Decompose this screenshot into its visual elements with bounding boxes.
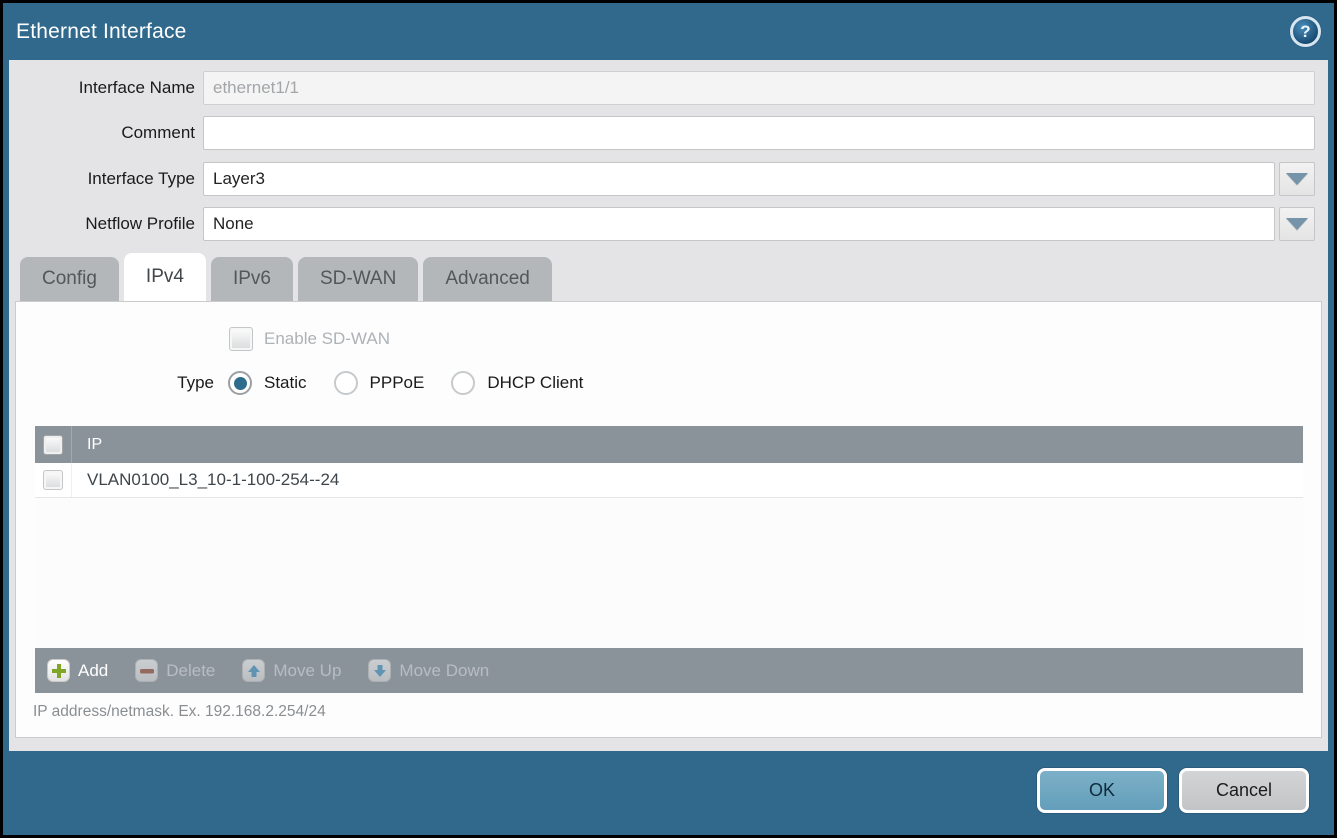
comment-label: Comment	[9, 123, 203, 143]
interface-type-field-wrap	[203, 162, 1315, 196]
interface-type-label: Interface Type	[9, 169, 203, 189]
move-down-button: Move Down	[368, 659, 489, 682]
interface-type-input[interactable]	[203, 162, 1275, 196]
select-all-checkbox[interactable]	[43, 435, 63, 455]
tab-ipv6[interactable]: IPv6	[211, 257, 293, 301]
chevron-down-icon	[1286, 173, 1308, 185]
cancel-button[interactable]: Cancel	[1179, 768, 1309, 813]
tab-ipv4[interactable]: IPv4	[124, 253, 206, 301]
netflow-profile-row: Netflow Profile	[9, 207, 1315, 241]
dialog-title: Ethernet Interface	[3, 20, 187, 44]
delete-button: Delete	[135, 659, 215, 682]
interface-name-row: Interface Name	[9, 71, 1315, 105]
help-icon-glyph: ?	[1300, 22, 1310, 42]
minus-icon	[135, 659, 158, 682]
ipv4-panel: Enable SD-WAN Type Static PPPoE	[15, 301, 1322, 738]
row-checkbox-cell	[35, 463, 72, 497]
help-icon[interactable]: ?	[1290, 16, 1321, 47]
tab-config[interactable]: Config	[20, 257, 119, 301]
move-up-button-label: Move Up	[273, 661, 341, 681]
radio-pppoe-label: PPPoE	[370, 373, 425, 393]
plus-icon	[47, 659, 70, 682]
radio-dhcp-client-label: DHCP Client	[487, 373, 583, 393]
ip-column-header: IP	[72, 436, 102, 454]
ethernet-interface-dialog: Ethernet Interface ? Interface Name Comm…	[0, 0, 1337, 838]
table-row[interactable]: VLAN0100_L3_10-1-100-254--24	[35, 463, 1303, 498]
enable-sdwan-row: Enable SD-WAN	[229, 327, 390, 351]
netflow-profile-field-wrap	[203, 207, 1315, 241]
ip-format-hint: IP address/netmask. Ex. 192.168.2.254/24	[33, 703, 326, 721]
comment-input[interactable]	[203, 116, 1315, 150]
radio-pppoe[interactable]: PPPoE	[334, 371, 425, 395]
dialog-footer: OK Cancel	[3, 751, 1334, 835]
row-checkbox[interactable]	[43, 470, 63, 490]
radio-pppoe-control	[334, 371, 358, 395]
add-button[interactable]: Add	[47, 659, 108, 682]
enable-sdwan-checkbox	[229, 327, 253, 351]
dialog-frame: Ethernet Interface ? Interface Name Comm…	[3, 3, 1334, 835]
ok-button[interactable]: OK	[1037, 768, 1167, 813]
interface-type-row: Interface Type	[9, 162, 1315, 196]
netflow-profile-label: Netflow Profile	[9, 214, 203, 234]
radio-selected-dot	[234, 377, 247, 390]
tab-advanced[interactable]: Advanced	[423, 257, 552, 301]
ip-row-value: VLAN0100_L3_10-1-100-254--24	[72, 470, 339, 490]
interface-name-label: Interface Name	[9, 78, 203, 98]
tab-bar: Config IPv4 IPv6 SD-WAN Advanced	[20, 253, 552, 301]
radio-dhcp-client-control	[451, 371, 475, 395]
radio-static[interactable]: Static	[228, 371, 307, 395]
arrow-up-icon	[242, 659, 265, 682]
dialog-titlebar: Ethernet Interface ?	[3, 3, 1334, 60]
netflow-profile-input[interactable]	[203, 207, 1275, 241]
arrow-down-icon	[368, 659, 391, 682]
move-up-button: Move Up	[242, 659, 341, 682]
interface-name-field-wrap	[203, 71, 1315, 105]
delete-button-label: Delete	[166, 661, 215, 681]
interface-name-input	[203, 71, 1315, 105]
ip-table-toolbar: Add Delete Move Up	[35, 648, 1303, 693]
interface-type-dropdown-button[interactable]	[1279, 162, 1315, 196]
netflow-profile-dropdown-button[interactable]	[1279, 207, 1315, 241]
ip-table-empty-area	[35, 498, 1303, 648]
add-button-label: Add	[78, 661, 108, 681]
enable-sdwan-label: Enable SD-WAN	[264, 329, 390, 349]
ip-table-header: IP	[35, 426, 1303, 463]
radio-static-control	[228, 371, 252, 395]
type-row: Type Static PPPoE DHCP Client	[16, 371, 610, 395]
dialog-body: Interface Name Comment Interface Type	[9, 60, 1328, 751]
ip-table: IP VLAN0100_L3_10-1-100-254--24	[35, 426, 1303, 693]
tab-sdwan[interactable]: SD-WAN	[298, 257, 418, 301]
comment-field-wrap	[203, 116, 1315, 150]
radio-dhcp-client[interactable]: DHCP Client	[451, 371, 583, 395]
chevron-down-icon	[1286, 218, 1308, 230]
move-down-button-label: Move Down	[399, 661, 489, 681]
select-all-cell	[35, 426, 72, 463]
comment-row: Comment	[9, 116, 1315, 150]
type-label: Type	[16, 373, 214, 393]
radio-static-label: Static	[264, 373, 307, 393]
